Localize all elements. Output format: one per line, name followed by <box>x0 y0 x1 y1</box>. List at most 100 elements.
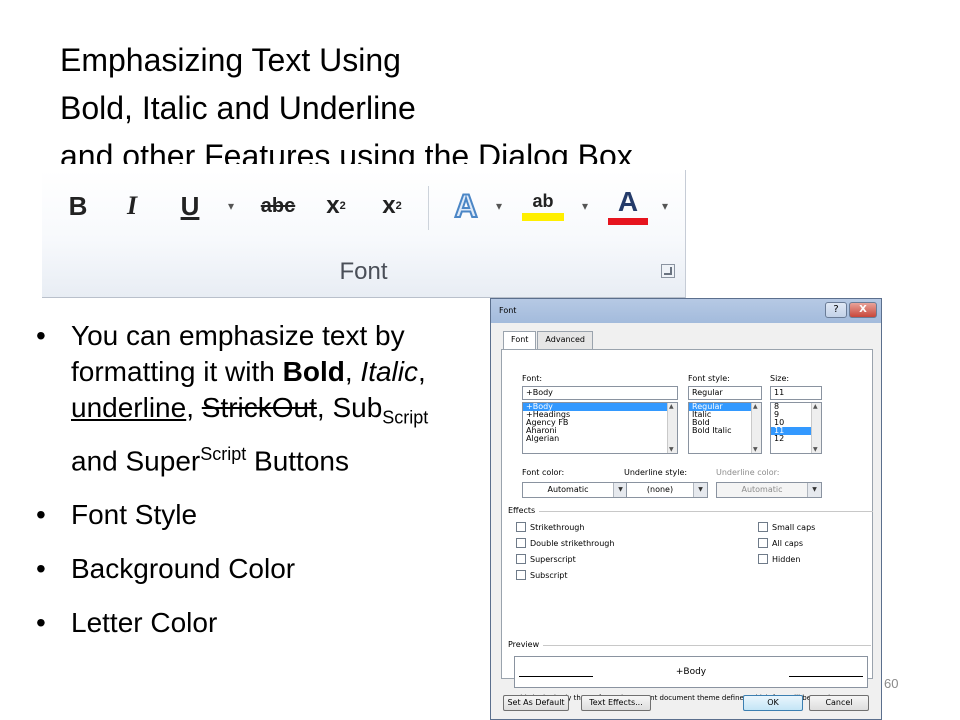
font-color-icon: A <box>617 185 639 217</box>
effects-section-label: Effects <box>508 506 876 515</box>
subscript-button[interactable]: x2 <box>316 186 356 226</box>
strikeout-word: StrickOut <box>201 392 317 423</box>
bullet-emphasize: You can emphasize text by formatting it … <box>36 318 466 479</box>
dialog-titlebar: Font ? X <box>491 299 881 323</box>
slide-title: Emphasizing Text Using Bold, Italic and … <box>60 36 920 164</box>
font-color-bar <box>608 217 648 225</box>
all-caps-checkbox[interactable]: All caps <box>758 538 803 548</box>
subscript-base: x <box>326 192 340 219</box>
superscript-button[interactable]: x2 <box>372 186 412 226</box>
super-prefix: and Super <box>71 444 201 476</box>
text-effects-button[interactable]: A <box>446 186 486 226</box>
checkbox-box <box>516 570 526 580</box>
italic-button[interactable]: I <box>114 186 150 226</box>
font-color-value: Automatic <box>547 485 589 494</box>
ok-button[interactable]: OK <box>743 695 803 711</box>
superscript-base: x <box>382 192 396 219</box>
superscript-mark: 2 <box>395 200 402 212</box>
bullet-letter-color: Letter Color <box>36 605 466 641</box>
font-style-label: Font style: <box>688 374 730 383</box>
underline-style-select[interactable]: (none) ▼ <box>626 482 708 498</box>
list-item[interactable]: Algerian <box>523 435 677 443</box>
separator: , <box>418 356 426 387</box>
strikethrough-checkbox[interactable]: Strikethrough <box>516 522 584 532</box>
checkbox-label: Small caps <box>772 522 816 532</box>
page-number: 60 <box>884 676 899 691</box>
checkbox-box <box>516 522 526 532</box>
font-dialog: Font ? X Font Advanced Font: +Body +Body… <box>490 298 882 720</box>
font-style-list-scrollbar[interactable] <box>751 403 761 453</box>
subscript-mark: 2 <box>339 200 346 212</box>
underline-word: underline <box>71 392 187 423</box>
preview-line-right <box>789 676 863 677</box>
font-list[interactable]: +Body +Headings Agency FB Aharoni Algeri… <box>522 402 678 454</box>
checkbox-box <box>516 538 526 548</box>
underline-style-label: Underline style: <box>624 468 688 477</box>
size-list-scrollbar[interactable] <box>811 403 821 453</box>
help-button[interactable]: ? <box>825 302 847 318</box>
subscript-word: Script <box>382 407 429 428</box>
size-label: Size: <box>770 374 790 383</box>
font-label: Font: <box>522 374 543 383</box>
preview-box: +Body <box>514 656 868 688</box>
font-color-dropdown-arrow-icon[interactable]: ▾ <box>656 186 674 226</box>
dialog-tabs: Font Advanced <box>503 331 594 350</box>
separator: , <box>186 392 194 423</box>
underline-color-select[interactable]: Automatic ▼ <box>716 482 822 498</box>
superscript-word: Script <box>200 443 247 464</box>
ribbon-separator <box>428 186 429 230</box>
superscript-checkbox[interactable]: Superscript <box>516 554 576 564</box>
cancel-button[interactable]: Cancel <box>809 695 869 711</box>
font-color-label: Font color: <box>522 468 565 477</box>
sub-prefix: , Sub <box>316 392 383 423</box>
bold-button[interactable]: B <box>60 186 96 226</box>
preview-section-label: Preview <box>508 640 873 649</box>
underline-dropdown-arrow-icon[interactable]: ▾ <box>222 186 240 226</box>
font-style-input[interactable]: Regular <box>688 386 762 400</box>
set-as-default-button[interactable]: Set As Default <box>503 695 569 711</box>
hidden-checkbox[interactable]: Hidden <box>758 554 800 564</box>
bold-word: Bold <box>282 356 345 387</box>
ribbon-font-group: B I U ▾ abc x2 x2 A ▾ ab ▾ A ▾ Font <box>42 170 686 298</box>
double-strikethrough-checkbox[interactable]: Double strikethrough <box>516 538 614 548</box>
bullet-font-style: Font Style <box>36 497 466 533</box>
font-list-scrollbar[interactable] <box>667 403 677 453</box>
font-color-button[interactable]: A <box>606 186 650 226</box>
subscript-checkbox[interactable]: Subscript <box>516 570 568 580</box>
checkbox-label: Strikethrough <box>530 522 585 532</box>
highlight-button[interactable]: ab <box>520 186 566 226</box>
bullet-suffix: Buttons <box>246 444 349 476</box>
tab-font[interactable]: Font <box>503 331 537 350</box>
checkbox-label: All caps <box>772 538 804 548</box>
highlight-dropdown-arrow-icon[interactable]: ▾ <box>576 186 594 226</box>
bullet-list: You can emphasize text by formatting it … <box>36 318 466 659</box>
font-color-select[interactable]: Automatic ▼ <box>522 482 628 498</box>
separator: , <box>344 356 361 387</box>
font-input[interactable]: +Body <box>522 386 678 400</box>
chevron-down-icon: ▼ <box>693 483 707 497</box>
size-input[interactable]: 11 <box>770 386 822 400</box>
title-line-1: Emphasizing Text Using <box>60 42 401 78</box>
underline-button[interactable]: U <box>172 186 208 226</box>
text-effects-dialog-button[interactable]: Text Effects... <box>581 695 651 711</box>
chevron-down-icon: ▼ <box>807 483 821 497</box>
underline-color-label: Underline color: <box>716 468 780 477</box>
font-tab-panel: Font: +Body +Body +Headings Agency FB Ah… <box>501 349 876 702</box>
checkbox-label: Hidden <box>772 554 801 564</box>
dialog-launcher-icon[interactable] <box>661 264 675 278</box>
highlight-icon: ab <box>532 191 554 211</box>
checkbox-box <box>758 522 768 532</box>
title-line-3: and other Features using the Dialog Box <box>60 138 633 164</box>
checkbox-box <box>516 554 526 564</box>
chevron-down-icon: ▼ <box>613 483 627 497</box>
ribbon-group-label: Font <box>339 258 388 285</box>
small-caps-checkbox[interactable]: Small caps <box>758 522 815 532</box>
bullet-background-color: Background Color <box>36 551 466 587</box>
strikethrough-button[interactable]: abc <box>254 186 302 226</box>
checkbox-label: Double strikethrough <box>530 538 615 548</box>
size-list[interactable]: 8 9 10 11 12 <box>770 402 822 454</box>
text-effects-dropdown-arrow-icon[interactable]: ▾ <box>490 186 508 226</box>
font-style-list[interactable]: Regular Italic Bold Bold Italic <box>688 402 762 454</box>
close-button[interactable]: X <box>849 302 877 318</box>
tab-advanced[interactable]: Advanced <box>537 331 593 349</box>
